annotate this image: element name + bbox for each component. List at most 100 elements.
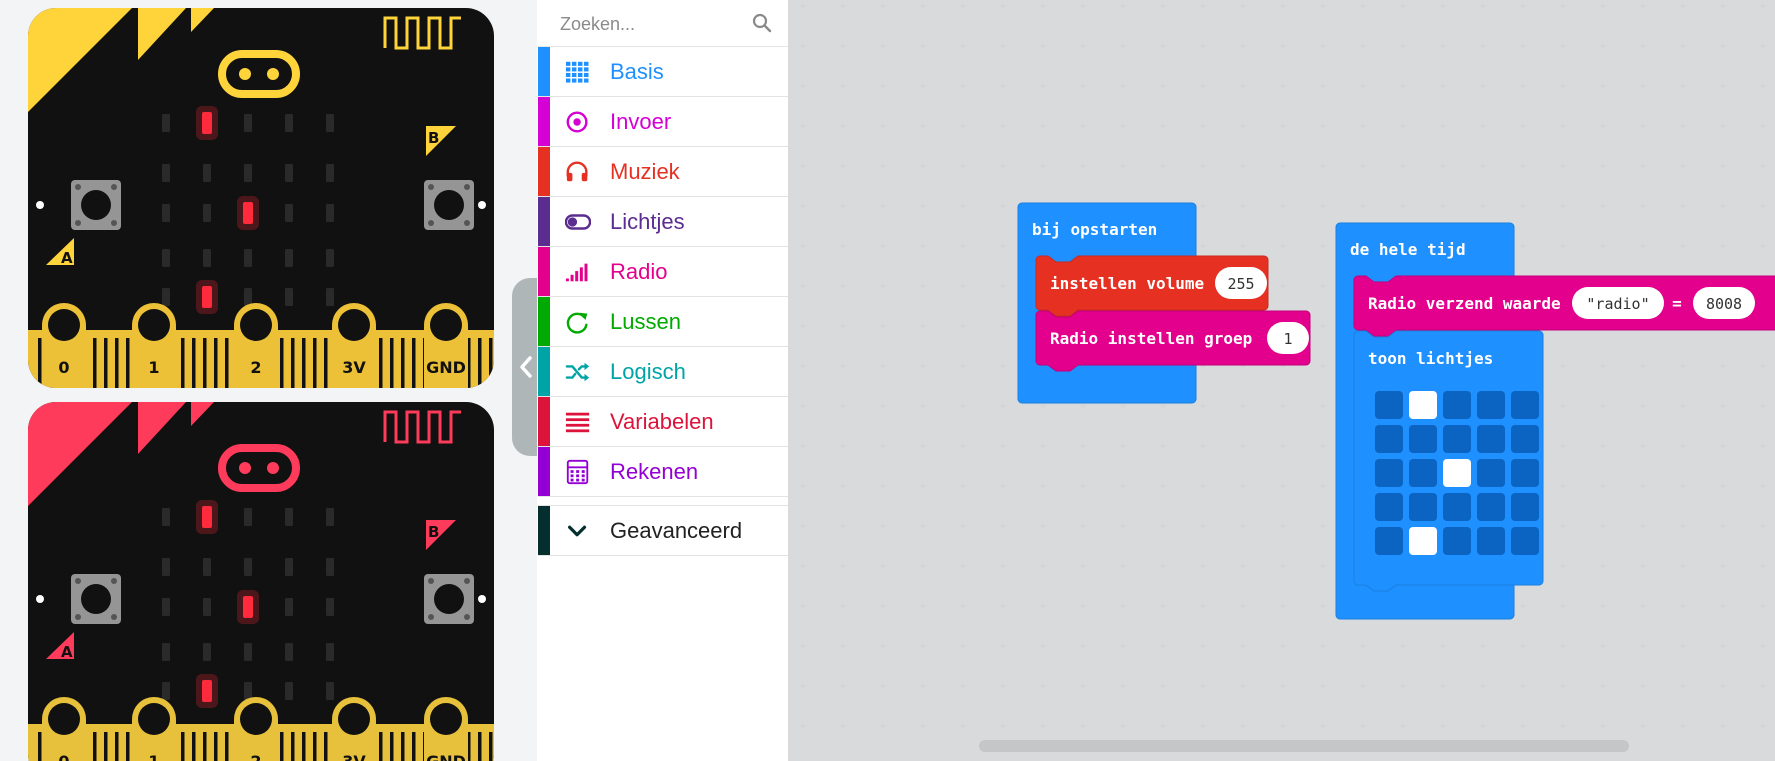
category-rekenen[interactable]: Rekenen: [538, 447, 788, 497]
radio-set-group-label: Radio instellen groep: [1050, 329, 1252, 348]
led-off: [162, 598, 170, 616]
category-logisch[interactable]: Logisch: [538, 347, 788, 397]
led-cell[interactable]: [1443, 527, 1471, 555]
search-input[interactable]: [558, 9, 742, 39]
led-cell[interactable]: [1375, 527, 1403, 555]
pin-label: 3V: [342, 752, 366, 761]
led-off: [285, 164, 293, 182]
led-lit: [202, 286, 212, 308]
category-geavanceerd[interactable]: Geavanceerd: [538, 506, 788, 556]
led-cell[interactable]: [1477, 425, 1505, 453]
led-off: [285, 598, 293, 616]
category-lussen[interactable]: Lussen: [538, 297, 788, 347]
led-cell[interactable]: [1477, 459, 1505, 487]
category-basis[interactable]: Basis: [538, 47, 788, 97]
volume-value: 255: [1227, 275, 1254, 293]
pin-label: 0: [58, 752, 69, 761]
category-color-bar: [538, 397, 550, 446]
led-off: [244, 114, 252, 132]
led-cell[interactable]: [1511, 527, 1539, 555]
led-off: [162, 558, 170, 576]
led-off: [285, 249, 293, 267]
show-leds-block[interactable]: toon lichtjes: [1353, 330, 1544, 592]
led-cell[interactable]: [1409, 527, 1437, 555]
led-cell[interactable]: [1443, 391, 1471, 419]
led-lit: [202, 680, 212, 702]
led-cell[interactable]: [1409, 391, 1437, 419]
search-icon[interactable]: [752, 13, 772, 33]
led-off: [326, 114, 334, 132]
pin-label: 3V: [342, 358, 366, 377]
led-cell[interactable]: [1409, 493, 1437, 521]
led-off: [162, 114, 170, 132]
category-variabelen[interactable]: Variabelen: [538, 397, 788, 447]
led-off: [244, 249, 252, 267]
led-off: [244, 508, 252, 526]
led-off: [326, 508, 334, 526]
category-color-bar: [538, 347, 550, 396]
pin-label: 2: [250, 358, 261, 377]
category-lichtjes[interactable]: Lichtjes: [538, 197, 788, 247]
category-invoer[interactable]: Invoer: [538, 97, 788, 147]
led-cell[interactable]: [1511, 391, 1539, 419]
horizontal-scrollbar[interactable]: [979, 740, 1629, 752]
led-cell[interactable]: [1477, 493, 1505, 521]
on-start-title: bij opstarten: [1032, 220, 1157, 239]
collapse-simulator-button[interactable]: [512, 278, 537, 456]
lines-icon: [565, 412, 590, 433]
led-cell[interactable]: [1375, 425, 1403, 453]
led-off: [326, 204, 334, 222]
target-icon: [566, 111, 588, 133]
led-off: [285, 114, 293, 132]
category-radio[interactable]: Radio: [538, 247, 788, 297]
on-start-block[interactable]: bij opstarten instellen volume 255 Radio…: [1017, 202, 1311, 404]
category-label: Radio: [610, 258, 668, 284]
pin-label: 0: [58, 358, 69, 377]
led-off: [326, 558, 334, 576]
led-lit: [243, 202, 253, 224]
workspace-blocks: bij opstarten instellen volume 255 Radio…: [1017, 202, 1775, 620]
led-off: [203, 643, 211, 661]
led-cell[interactable]: [1375, 459, 1403, 487]
led-off: [203, 558, 211, 576]
led-cell[interactable]: [1477, 391, 1505, 419]
led-cell[interactable]: [1375, 493, 1403, 521]
led-cell[interactable]: [1511, 459, 1539, 487]
led-cell[interactable]: [1443, 459, 1471, 487]
led-off: [203, 164, 211, 182]
led-off: [244, 164, 252, 182]
led-off: [203, 249, 211, 267]
radio-set-group-block[interactable]: Radio instellen groep 1: [1035, 310, 1311, 372]
category-color-bar: [538, 247, 550, 296]
set-volume-block[interactable]: instellen volume 255: [1035, 255, 1269, 317]
pin-label: 2: [250, 752, 261, 761]
category-list: Basis Invoer Muziek Lichtjes Radio Lussen Logi…: [538, 47, 788, 556]
radio-send-value-block[interactable]: Radio verzend waarde "radio" = 8008: [1353, 275, 1775, 337]
button-a-label: A: [61, 643, 73, 661]
led-lit: [202, 506, 212, 528]
led-off: [285, 643, 293, 661]
refresh-icon: [566, 312, 588, 334]
led-matrix-editor[interactable]: [1375, 391, 1539, 555]
led-cell[interactable]: [1511, 425, 1539, 453]
led-cell[interactable]: [1443, 493, 1471, 521]
send-value: 8008: [1706, 295, 1742, 313]
led-cell[interactable]: [1409, 425, 1437, 453]
led-cell[interactable]: [1375, 391, 1403, 419]
button-b-label: B: [428, 129, 439, 147]
button-b-label: B: [428, 523, 439, 541]
led-cell[interactable]: [1477, 527, 1505, 555]
led-cell[interactable]: [1511, 493, 1539, 521]
category-muziek[interactable]: Muziek: [538, 147, 788, 197]
led-cell[interactable]: [1443, 425, 1471, 453]
blocks-workspace[interactable]: bij opstarten instellen volume 255 Radio…: [789, 0, 1775, 761]
led-cell[interactable]: [1409, 459, 1437, 487]
grid-icon: [565, 61, 589, 83]
forever-block[interactable]: de hele tijd Radio verzend waarde "radio…: [1335, 222, 1775, 620]
led-lit: [202, 112, 212, 134]
microbit-simulator-1[interactable]: A B 0 1 2 3V GND: [28, 8, 494, 388]
microbit-simulator-2[interactable]: A B 0 1 2 3V GND: [28, 402, 494, 761]
led-off: [285, 558, 293, 576]
toolbox-search: [538, 0, 788, 47]
led-off: [285, 508, 293, 526]
